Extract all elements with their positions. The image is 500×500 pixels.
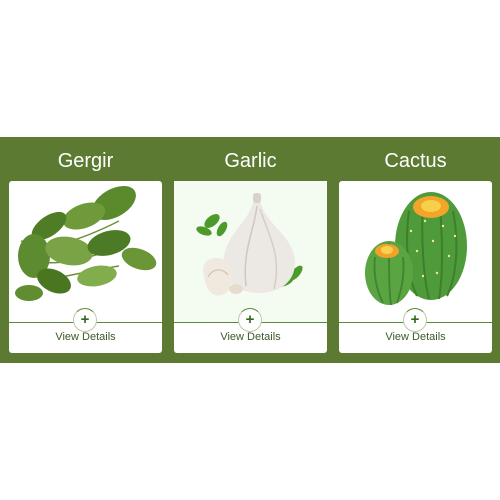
view-details-link-garlic[interactable]: View Details [174, 330, 327, 344]
arugula-leaves-image[interactable] [9, 181, 162, 323]
plus-symbol: + [80, 311, 90, 328]
plus-icon[interactable]: + [403, 308, 427, 332]
plus-icon[interactable]: + [238, 308, 262, 332]
product-band: Gergir + View Details Garlic + View Deta… [0, 137, 500, 363]
product-title-garlic: Garlic [224, 150, 277, 172]
view-details-link-cactus[interactable]: View Details [339, 330, 492, 344]
plus-icon[interactable]: + [73, 308, 97, 332]
product-title-gergir: Gergir [57, 150, 114, 172]
view-details-link-gergir[interactable]: View Details [9, 330, 162, 344]
product-title-cactus: Cactus [384, 150, 447, 172]
product-card-cactus[interactable]: + View Details [339, 181, 492, 353]
cactus-image[interactable] [339, 181, 492, 323]
plus-symbol: + [410, 311, 420, 328]
product-card-garlic[interactable]: + View Details [174, 181, 327, 353]
garlic-bulb-image[interactable] [174, 181, 327, 323]
plus-symbol: + [245, 311, 255, 328]
product-card-gergir[interactable]: + View Details [9, 181, 162, 353]
